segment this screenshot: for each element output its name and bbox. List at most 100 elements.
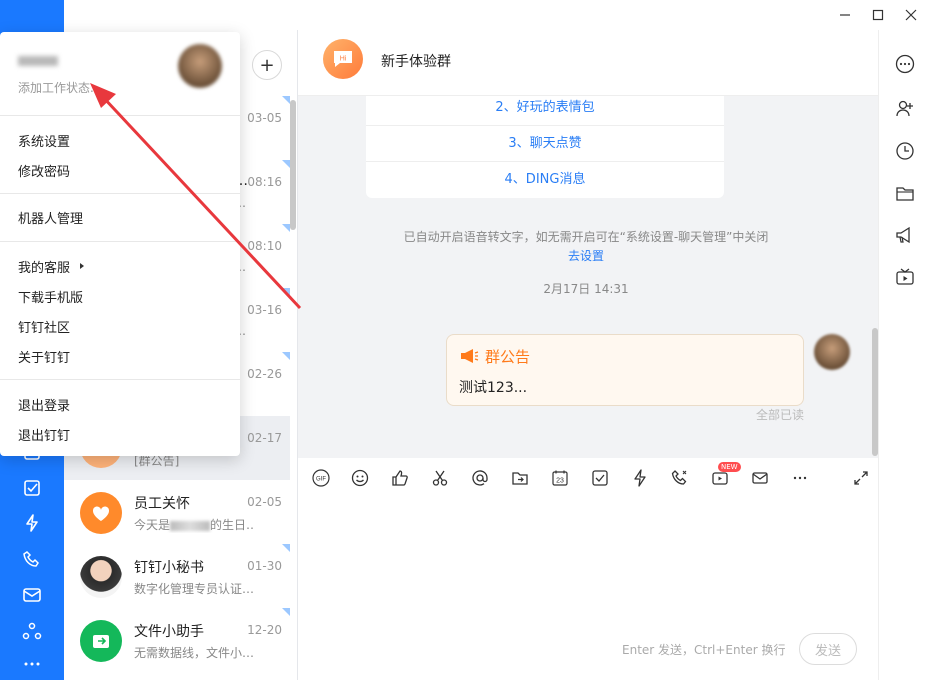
message-toolbar: GIF 23 NEW [298,458,878,498]
mail-icon[interactable] [748,466,772,490]
conv-time: 12-20 [247,623,282,637]
group-avatar-text: Hi [340,56,347,63]
menu-item-change-password[interactable]: 修改密码 [18,161,70,180]
megaphone-icon [461,349,479,363]
ding-lightning-icon[interactable] [628,466,652,490]
chat-side-toolbar [878,30,930,680]
settings-link[interactable]: 去设置 [298,247,874,264]
calendar-icon[interactable]: 23 [548,466,572,490]
group-avatar[interactable]: Hi [323,39,363,79]
chat-header: Hi 新手体验群 [298,30,878,96]
conv-subtitle: 今天是 的生日… [134,516,254,533]
work-status-input[interactable]: 添加工作状态... [18,79,101,96]
pin-marker [282,544,290,552]
folder-send-icon[interactable] [508,466,532,490]
title-bar [64,0,930,30]
menu-item-quit[interactable]: 退出钉钉 [18,425,70,444]
more-icon[interactable] [20,652,44,676]
pin-marker [282,96,290,104]
guide-menu-item[interactable]: 3、聊天点赞 [366,126,724,162]
conv-time: 02-05 [247,495,282,509]
add-button[interactable]: + [252,50,282,80]
more-icon[interactable] [788,466,812,490]
pin-marker [282,352,290,360]
menu-item-community[interactable]: 钉钉社区 [18,317,70,336]
pin-marker [282,160,290,168]
conv-title: 文件小助手 [134,624,204,640]
guide-menu-card: 2、好玩的表情包 3、聊天点赞 4、DING消息 [366,96,724,198]
divider [0,193,240,194]
history-clock-icon[interactable] [894,140,916,162]
date-separator: 2月17日 14:31 [543,282,629,296]
system-tip: 已自动开启语音转文字，如无需开启可在“系统设置-聊天管理”中关闭 [403,230,769,244]
file-assistant-icon [80,620,122,662]
live-tv-icon[interactable] [894,266,916,288]
thumbs-up-icon[interactable] [388,466,412,490]
maximize-icon[interactable] [867,5,889,25]
scissors-icon[interactable] [428,466,452,490]
notice-text: 测试123... [459,380,528,396]
minimize-icon[interactable] [834,5,856,25]
message-input[interactable]: Enter 发送，Ctrl+Enter 换行 发送 [298,498,878,680]
workspace-icon[interactable] [20,619,44,643]
guide-menu-item[interactable]: 2、好玩的表情包 [366,96,724,126]
conv-time: 02-17 [247,431,282,445]
more-options-icon[interactable] [894,53,916,75]
pin-marker [282,288,290,296]
gif-label: GIF [316,477,326,483]
emoji-icon[interactable] [348,466,372,490]
avatar[interactable] [178,44,222,88]
checkbox-task-icon[interactable] [588,466,612,490]
menu-item-robot-management[interactable]: 机器人管理 [18,208,83,227]
guide-menu-item[interactable]: 4、DING消息 [366,162,724,198]
conv-time: 02-26 [247,367,282,381]
conv-time: 03-16 [247,303,282,317]
folder-icon[interactable] [894,182,916,204]
send-hint: Enter 发送，Ctrl+Enter 换行 [622,643,786,657]
conv-time: 01-30 [247,559,282,573]
conv-title: 员工关怀 [134,496,190,512]
heart-avatar-icon [80,492,122,534]
phone-icon[interactable] [20,547,44,571]
conv-subtitle-suffix: 的生日… [210,518,254,532]
read-status[interactable]: 全部已读 [756,406,804,423]
list-item[interactable]: 钉钉小秘书 数字化管理专员认证… 01-30 [64,544,290,608]
blurred-user-name [18,56,58,66]
voice-call-icon[interactable] [668,466,692,490]
announcement-icon[interactable] [894,224,916,246]
menu-item-customer-service[interactable]: 我的客服 [18,257,70,276]
mail-icon[interactable] [20,583,44,607]
divider [0,115,240,116]
conv-title: 钉钉小秘书 [134,560,204,576]
expand-icon[interactable] [849,466,873,490]
divider [0,379,240,380]
send-button[interactable]: 发送 [799,633,857,665]
menu-item-about[interactable]: 关于钉钉 [18,347,70,366]
dingtalk-window: + 03-05 … … 08:16 … 08:10 … 03-16 02-26 … [0,0,930,680]
conv-time: 03-05 [247,111,282,125]
list-scrollbar[interactable] [290,100,296,230]
menu-item-system-settings[interactable]: 系统设置 [18,131,70,150]
list-item[interactable]: 文件小助手 无需数据线，文件小… 12-20 [64,608,290,672]
close-icon[interactable] [900,5,922,25]
submenu-caret-icon [80,263,84,269]
ding-icon[interactable] [20,511,44,535]
pin-marker [282,608,290,616]
secretary-avatar [80,556,122,598]
mention-icon[interactable] [468,466,492,490]
conv-subtitle: 无需数据线，文件小… [134,646,254,660]
gif-icon[interactable]: GIF [309,466,333,490]
group-notice-card[interactable]: 群公告 测试123... [446,334,804,406]
divider [0,241,240,242]
add-member-icon[interactable] [894,97,916,119]
blurred-name [170,520,211,531]
conv-time: 08:16 [247,175,282,189]
list-item[interactable]: 员工关怀 今天是 的生日… 02-05 [64,480,290,544]
conv-time: 08:10 [247,239,282,253]
avatar[interactable] [814,334,850,370]
profile-dropdown-menu: 添加工作状态... 系统设置 修改密码 机器人管理 我的客服 下载手机版 钉钉社… [0,32,240,456]
menu-item-logout[interactable]: 退出登录 [18,395,70,414]
todo-icon[interactable] [20,476,44,500]
menu-item-download-mobile[interactable]: 下载手机版 [18,287,83,306]
group-name[interactable]: 新手体验群 [381,51,451,71]
